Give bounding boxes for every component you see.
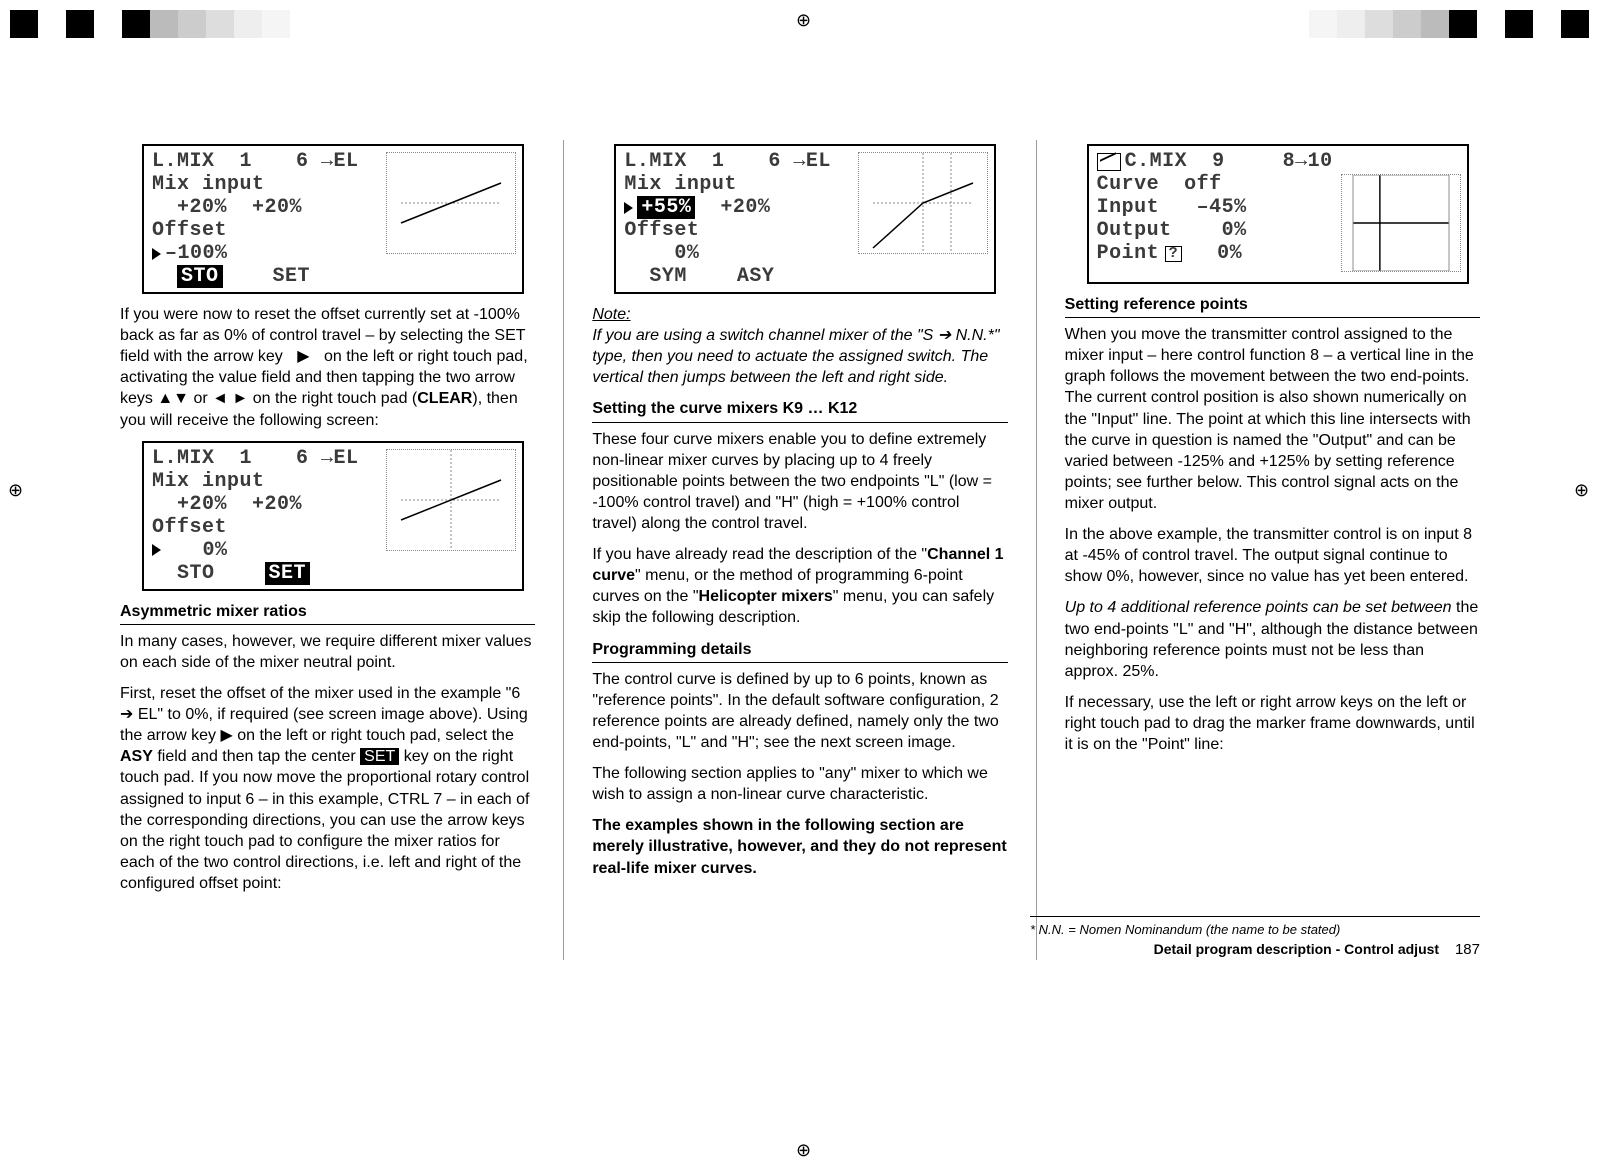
lcd4-input-val: –45% xyxy=(1187,196,1247,219)
lcd4-line2: Curve off xyxy=(1097,173,1222,196)
column-1: L.MIX 16 →EL Mix input +20% +20% Offset … xyxy=(120,140,535,960)
paragraph-reset-offset: If you were now to reset the offset curr… xyxy=(120,304,535,431)
lcd3-graph xyxy=(858,152,988,254)
lcd2-line3: +20% +20% xyxy=(152,493,302,516)
lcd4-point-label: Point xyxy=(1097,242,1165,265)
lcd4-graph xyxy=(1341,174,1461,272)
lcd4-title-right: 8→10 xyxy=(1283,150,1333,173)
set-key-label: SET xyxy=(360,748,399,765)
lcd1-line3: +20% +20% xyxy=(152,196,302,219)
lcd3-asy-button: ASY xyxy=(737,265,775,288)
lcd2-graph xyxy=(386,449,516,551)
lcd2-cursor-icon xyxy=(152,544,161,556)
heading-curve-mixers: Setting the curve mixers K9 … K12 xyxy=(592,398,1007,422)
paragraph-ref-4: If necessary, use the left or right arro… xyxy=(1065,692,1480,755)
note-block: Note: If you are using a switch channel … xyxy=(592,304,1007,388)
asy-label: ASY xyxy=(120,748,153,765)
paragraph-ref-3: Up to 4 additional reference points can … xyxy=(1065,597,1480,681)
color-bar-left xyxy=(10,10,290,38)
lcd4-output-val: 0% xyxy=(1187,219,1247,242)
clear-label: CLEAR xyxy=(417,390,472,407)
paragraph-curve-skip: If you have already read the description… xyxy=(592,544,1007,628)
lcd2-line4: Offset xyxy=(152,516,227,539)
lcd-screen-1: L.MIX 16 →EL Mix input +20% +20% Offset … xyxy=(142,144,524,294)
lcd1-graph xyxy=(386,152,516,254)
lcd-screen-4: C.MIX 9 8→10 Curve off Input–45% Output0%… xyxy=(1087,144,1469,284)
lcd3-line5: 0% xyxy=(624,242,699,265)
lcd1-line2: Mix input xyxy=(152,173,265,196)
lcd4-input-label: Input xyxy=(1097,196,1187,219)
lcd3-cursor-icon xyxy=(624,202,633,214)
color-bar-right xyxy=(1309,10,1589,38)
lcd2-set-button: SET xyxy=(265,562,311,585)
note-text: If you are using a switch channel mixer … xyxy=(592,327,999,386)
lcd4-title-left: C.MIX 9 xyxy=(1125,150,1225,173)
heading-asymmetric: Asymmetric mixer ratios xyxy=(120,601,535,625)
lcd4-point-q: ? xyxy=(1165,246,1183,262)
lcd1-sto-button: STO xyxy=(177,265,223,288)
lcd1-title-right: 6 →EL xyxy=(296,150,359,173)
column-separator-2 xyxy=(1036,140,1037,960)
registration-mark-left: ⊕ xyxy=(8,480,23,501)
lcd3-title-right: 6 →EL xyxy=(768,150,831,173)
lcd2-title-left: L.MIX 1 xyxy=(152,447,252,470)
paragraph-prog-2: The following section applies to "any" m… xyxy=(592,763,1007,805)
page-footer: * N.N. = Nomen Nominandum (the name to b… xyxy=(1030,916,1480,960)
paragraph-asym-procedure: First, reset the offset of the mixer use… xyxy=(120,683,535,894)
lcd4-output-label: Output xyxy=(1097,219,1187,242)
lcd4-point-val: 0% xyxy=(1182,242,1242,265)
column-2: L.MIX 16 →EL Mix input +55% +20% Offset … xyxy=(592,140,1007,960)
registration-mark-bottom: ⊕ xyxy=(796,1140,811,1161)
lcd3-val2: +20% xyxy=(720,196,770,219)
lcd2-sto-button: STO xyxy=(177,562,215,585)
paragraph-prog-1: The control curve is defined by up to 6 … xyxy=(592,669,1007,753)
arrow-right-icon: ▶ xyxy=(297,348,309,365)
lcd1-line4: Offset xyxy=(152,219,227,242)
lcd3-title-left: L.MIX 1 xyxy=(624,150,724,173)
registration-mark-right: ⊕ xyxy=(1574,480,1589,501)
paragraph-curve-intro: These four curve mixers enable you to de… xyxy=(592,429,1007,535)
lcd1-cursor-icon xyxy=(152,248,161,260)
heading-programming-details: Programming details xyxy=(592,639,1007,663)
column-separator-1 xyxy=(563,140,564,960)
lcd1-line5: –100% xyxy=(165,242,228,265)
paragraph-ref-2: In the above example, the transmitter co… xyxy=(1065,524,1480,587)
paragraph-asym-intro: In many cases, however, we require diffe… xyxy=(120,631,535,673)
lcd2-title-right: 6 →EL xyxy=(296,447,359,470)
heli-mixers-label: Helicopter mixers xyxy=(699,588,833,605)
lcd-screen-2: L.MIX 16 →EL Mix input +20% +20% Offset … xyxy=(142,441,524,591)
lcd-screen-3: L.MIX 16 →EL Mix input +55% +20% Offset … xyxy=(614,144,996,294)
page-number: 187 xyxy=(1455,941,1480,958)
footnote: * N.N. = Nomen Nominandum (the name to b… xyxy=(1030,921,1480,938)
paragraph-prog-3: The examples shown in the following sect… xyxy=(592,815,1007,878)
lcd1-set-button: SET xyxy=(273,265,311,288)
lcd1-title-left: L.MIX 1 xyxy=(152,150,252,173)
lcd3-sym-button: SYM xyxy=(649,265,687,288)
lcd3-line2: Mix input xyxy=(624,173,737,196)
lcd2-line5: 0% xyxy=(165,539,228,562)
paragraph-ref-1: When you move the transmitter control as… xyxy=(1065,324,1480,514)
registration-mark-top: ⊕ xyxy=(796,10,811,31)
note-label: Note: xyxy=(592,306,630,323)
column-3: C.MIX 9 8→10 Curve off Input–45% Output0%… xyxy=(1065,140,1480,960)
lcd2-line2: Mix input xyxy=(152,470,265,493)
footer-title: Detail program description - Control adj… xyxy=(1154,941,1439,957)
curve-icon xyxy=(1097,153,1121,171)
lcd3-line4: Offset xyxy=(624,219,699,242)
page-content: L.MIX 16 →EL Mix input +20% +20% Offset … xyxy=(120,140,1480,1060)
heading-reference-points: Setting reference points xyxy=(1065,294,1480,318)
lcd3-val1: +55% xyxy=(637,196,695,219)
